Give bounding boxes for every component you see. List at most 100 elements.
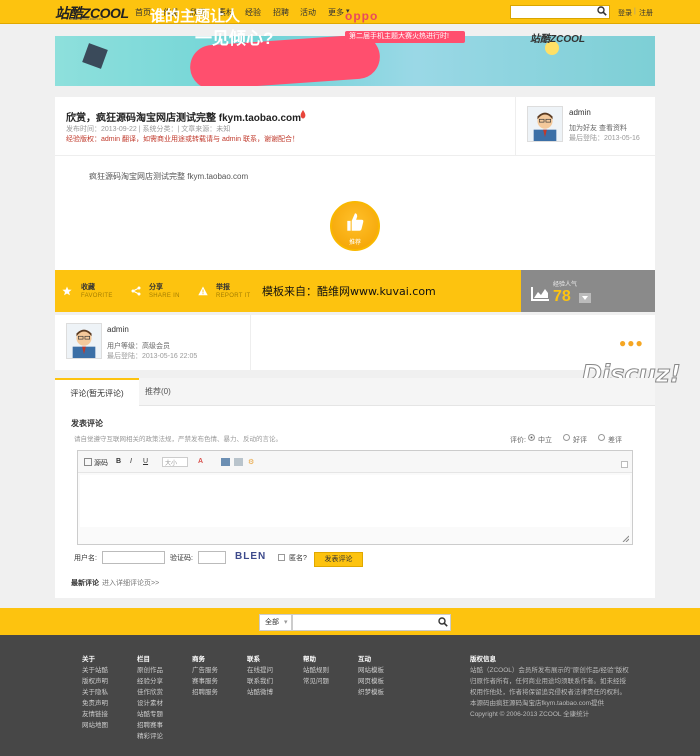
font-color-button[interactable]: A [198,458,203,465]
rating-bad-label[interactable]: 差评 [608,435,622,445]
resize-handle-icon[interactable] [622,535,629,542]
nav-more[interactable]: 更多 [328,7,344,18]
user-avatar-icon [72,329,96,358]
tab-recommend[interactable]: 推荐(0) [145,386,171,397]
source-button[interactable]: 源码 [94,458,108,468]
footer-info-text: 站酷（ZCOOL）会员所发布展示的"原创作品/经验"版权归原作者所有，任何商业用… [470,667,629,696]
footer-copyright: Copyright © 2006-2013 ZCOOL 全康统计 [470,711,590,718]
submit-comment-button[interactable]: 发表评论 [314,552,363,567]
thumbs-up-icon [347,213,364,231]
attachment-icon[interactable] [234,458,243,466]
nav-jobs[interactable]: 招聘 [273,7,289,18]
card-user-level: 用户等级：高级会员 [107,343,170,350]
top-search-input[interactable] [510,5,610,19]
favorite-sub: FAVORITE [81,293,113,299]
more-options-icon[interactable]: ●●● [619,336,644,350]
nav-home[interactable]: 首页 [135,7,151,18]
footer-column-sections: 栏目 原创作品 经验分享 佳作欣赏 设计素材 站酷专题 招聘赛事 精彩评论 [137,654,163,742]
divider [515,97,516,155]
rating-bad-radio[interactable] [598,434,605,441]
footer-link[interactable]: 招聘赛事 [137,720,163,731]
rating-label: 评价: [510,437,526,444]
footer-link[interactable]: 关于站酷 [82,665,108,676]
footer-link[interactable]: 招聘服务 [192,687,218,698]
post-meta: 发布时间：2013-09-22 | 系统分类：| 文章来源：未知 [66,126,231,133]
footer-link[interactable]: 联系我们 [247,676,273,687]
footer-search-scope-select[interactable]: 全部 ▾ [259,614,292,631]
avatar[interactable] [527,106,563,142]
warning-icon[interactable] [198,286,208,296]
footer-link[interactable]: 网站地图 [82,720,108,731]
footer-link[interactable]: 设计素材 [137,698,163,709]
bold-button[interactable]: B [116,458,121,465]
card-last-login: 最后登陆：2013-05-16 22:05 [107,353,198,360]
report-button[interactable]: 举报 [216,282,230,292]
popularity-value: 78 [553,288,571,305]
register-link[interactable]: 注册 [639,8,653,18]
nav-experience[interactable]: 经验 [245,7,261,18]
logo-subtitle: www.zcool.com.cn [70,16,103,21]
footer-link[interactable]: 友情链接 [82,709,108,720]
username-input[interactable] [102,551,165,564]
tab-comments[interactable]: 评论(暂无评论) [55,378,139,407]
search-icon[interactable] [438,617,448,627]
post-body: 疯狂源码淘宝网店测试完整 fkym.taobao.com [89,172,249,181]
rating-neutral-radio[interactable] [528,434,535,441]
font-size-select[interactable]: 大小 [162,457,188,467]
footer-search-input[interactable] [292,614,451,631]
chevron-down-icon[interactable] [579,293,591,303]
footer-column-heading: 互动 [358,656,371,663]
footer-link[interactable]: 站酷专题 [137,709,163,720]
source-icon[interactable] [84,458,92,466]
footer-link[interactable]: 网站模板 [358,665,384,676]
footer-link[interactable]: 版权声明 [82,676,108,687]
footer-link[interactable]: 原创作品 [137,665,163,676]
search-icon[interactable] [597,6,607,16]
footer-link[interactable]: 织梦模板 [358,687,384,698]
captcha-input[interactable] [198,551,226,564]
footer-link[interactable]: 站酷规则 [303,665,329,676]
underline-button[interactable]: U [143,458,148,465]
footer-link[interactable]: 经验分享 [137,676,163,687]
footer-column-help: 帮助 站酷规则 常见问题 [303,654,329,687]
footer-link[interactable]: 广告服务 [192,665,218,676]
footer-link[interactable]: 佳作欣赏 [137,687,163,698]
footer-link[interactable]: 网页模板 [358,676,384,687]
nav-events[interactable]: 活动 [300,7,316,18]
popularity-label: 经验人气 [553,282,578,288]
footer-link[interactable]: 精彩评论 [137,731,163,742]
card-author-name[interactable]: admin [107,325,129,334]
footer-link[interactable]: 站酷微博 [247,687,273,698]
share-icon[interactable] [131,286,141,296]
comment-textarea[interactable] [80,475,630,527]
footer-link[interactable]: 关于隐私 [82,687,108,698]
image-icon[interactable] [221,458,230,466]
footer-info-heading: 版权信息 [470,656,496,663]
anonymous-checkbox[interactable] [278,554,285,561]
footer-link[interactable]: 在线提问 [247,665,273,676]
user-avatar-icon [533,112,557,141]
editor-expand-icon[interactable] [621,461,628,468]
divider [55,155,655,156]
author-last-login: 最后登陆：2013-05-16 [569,135,640,142]
favorite-button[interactable]: 收藏 [81,282,95,292]
footer-column-heading: 栏目 [137,656,150,663]
captcha-label: 验证码: [170,555,193,562]
login-link[interactable]: 登录 [618,8,632,18]
author-links[interactable]: 加为好友 查看资料 [569,123,627,133]
star-icon[interactable] [62,286,72,296]
italic-button[interactable]: I [130,458,132,465]
footer-link[interactable]: 赛事服务 [192,676,218,687]
rating-neutral-label[interactable]: 中立 [538,435,552,445]
watermark-text: 模板来自：酷维网www.kuvai.com [262,285,436,298]
rating-good-label[interactable]: 好评 [573,435,587,445]
footer-link[interactable]: 免责声明 [82,698,108,709]
rating-good-radio[interactable] [563,434,570,441]
author-name[interactable]: admin [569,108,591,117]
captcha-image[interactable]: BLEN [235,551,266,562]
emoji-icon[interactable]: ⚙ [248,458,254,466]
share-button[interactable]: 分享 [149,282,163,292]
avatar[interactable] [66,323,102,359]
footer-link[interactable]: 常见问题 [303,676,329,687]
latest-comments-link[interactable]: 进入详细评论页>> [102,578,159,588]
